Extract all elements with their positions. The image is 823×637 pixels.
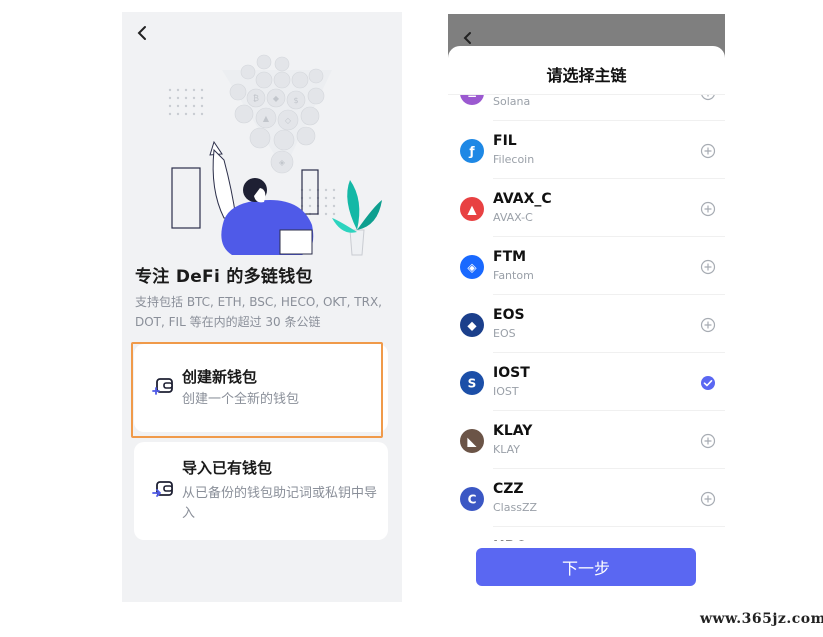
svg-text:◆: ◆ bbox=[273, 94, 280, 103]
svg-text:◣: ◣ bbox=[467, 435, 477, 449]
chain-name: Solana bbox=[493, 95, 531, 108]
svg-text:ƒ: ƒ bbox=[468, 145, 475, 159]
chain-name: KLAY bbox=[493, 443, 520, 456]
chain-symbol: FIL bbox=[493, 133, 517, 149]
avax_c-logo-icon: ▲ bbox=[460, 197, 484, 221]
svg-text:▲: ▲ bbox=[263, 114, 270, 123]
chain-name: Filecoin bbox=[493, 153, 535, 166]
back-chevron-icon[interactable] bbox=[132, 22, 152, 44]
add-circle-icon[interactable] bbox=[700, 95, 716, 101]
chain-name: ClassZZ bbox=[493, 501, 538, 514]
chain-row-iost[interactable]: S IOST IOST bbox=[448, 353, 725, 411]
page-subtitle: 支持包括 BTC, ETH, BSC, HECO, OKT, TRX, DOT,… bbox=[135, 295, 382, 329]
svg-text:▲: ▲ bbox=[467, 203, 477, 217]
chain-select-sheet: 请选择主链 ≡SOLSolana ƒ FIL Filecoin ▲ AVAX_C AVAX-… bbox=[448, 46, 725, 602]
wallet-import-icon bbox=[152, 478, 174, 500]
add-circle-icon[interactable] bbox=[700, 491, 716, 507]
svg-text:◈: ◈ bbox=[467, 261, 477, 275]
add-circle-icon[interactable] bbox=[700, 143, 716, 159]
chain-symbol: HBC bbox=[493, 539, 526, 541]
czz-logo-icon: C bbox=[460, 487, 484, 511]
check-circle-icon[interactable] bbox=[700, 375, 716, 391]
chain-name: IOST bbox=[493, 385, 519, 398]
chain-row-sol[interactable]: ≡SOLSolana bbox=[448, 95, 725, 121]
import-wallet-card[interactable]: 导入已有钱包 从已备份的钱包助记词或私钥中导入 bbox=[134, 442, 388, 540]
chain-list[interactable]: ≡SOLSolana ƒ FIL Filecoin ▲ AVAX_C AVAX-C ◈ FTM F… bbox=[448, 95, 725, 541]
iost-logo-icon: S bbox=[460, 371, 484, 395]
chain-row-eos[interactable]: ◆ EOS EOS bbox=[448, 295, 725, 353]
fil-logo-icon: ƒ bbox=[460, 139, 484, 163]
add-circle-icon[interactable] bbox=[700, 201, 716, 217]
select-chain-screen: 请选择主链 ≡SOLSolana ƒ FIL Filecoin ▲ AVAX_C AVAX-… bbox=[448, 14, 725, 602]
svg-text:C: C bbox=[468, 493, 477, 507]
chain-symbol: KLAY bbox=[493, 423, 533, 439]
import-wallet-title: 导入已有钱包 bbox=[182, 459, 273, 477]
chain-symbol: IOST bbox=[493, 365, 530, 381]
next-step-button[interactable]: 下一步 bbox=[476, 548, 696, 586]
chain-row-czz[interactable]: C CZZ ClassZZ bbox=[448, 469, 725, 527]
wallet-welcome-screen: ₿ ◆ $ ▲ ◇ ◈ 专注 DeFi 的多链钱包 支持包括 BTC, ETH, BSC… bbox=[122, 12, 402, 602]
ftm-logo-icon: ◈ bbox=[460, 255, 484, 279]
import-wallet-desc: 从已备份的钱包助记词或私钥中导入 bbox=[182, 486, 378, 521]
chain-symbol: EOS bbox=[493, 307, 525, 323]
highlight-box bbox=[131, 342, 383, 438]
multichain-illustration: ₿ ◆ $ ▲ ◇ ◈ bbox=[168, 54, 382, 256]
svg-text:≡: ≡ bbox=[467, 95, 477, 101]
svg-text:₿: ₿ bbox=[253, 94, 259, 103]
chain-symbol: AVAX_C bbox=[493, 191, 552, 207]
page-title: 专注 DeFi 的多链钱包 bbox=[135, 267, 313, 287]
svg-text:◈: ◈ bbox=[279, 158, 286, 167]
add-circle-icon[interactable] bbox=[700, 259, 716, 275]
svg-text:S: S bbox=[468, 377, 477, 391]
svg-text:$: $ bbox=[293, 96, 298, 105]
sheet-title: 请选择主链 bbox=[546, 66, 627, 85]
chain-name: EOS bbox=[493, 327, 516, 340]
chain-row-hbc[interactable]: HHBC bbox=[448, 527, 725, 541]
chain-symbol: CZZ bbox=[493, 481, 524, 497]
add-circle-icon[interactable] bbox=[700, 317, 716, 333]
chain-row-ftm[interactable]: ◈ FTM Fantom bbox=[448, 237, 725, 295]
chain-row-avax_c[interactable]: ▲ AVAX_C AVAX-C bbox=[448, 179, 725, 237]
chain-name: AVAX-C bbox=[493, 211, 533, 224]
add-circle-icon[interactable] bbox=[700, 433, 716, 449]
chain-name: Fantom bbox=[493, 269, 534, 282]
chain-symbol: FTM bbox=[493, 249, 527, 265]
watermark: www.365jz.com bbox=[700, 611, 823, 627]
chain-row-fil[interactable]: ƒ FIL Filecoin bbox=[448, 121, 725, 179]
eos-logo-icon: ◆ bbox=[460, 313, 484, 337]
sol-logo-icon: ≡ bbox=[460, 95, 484, 105]
chain-row-klay[interactable]: ◣ KLAY KLAY bbox=[448, 411, 725, 469]
svg-text:◇: ◇ bbox=[285, 116, 292, 125]
svg-text:◆: ◆ bbox=[467, 319, 477, 333]
klay-logo-icon: ◣ bbox=[460, 429, 484, 453]
